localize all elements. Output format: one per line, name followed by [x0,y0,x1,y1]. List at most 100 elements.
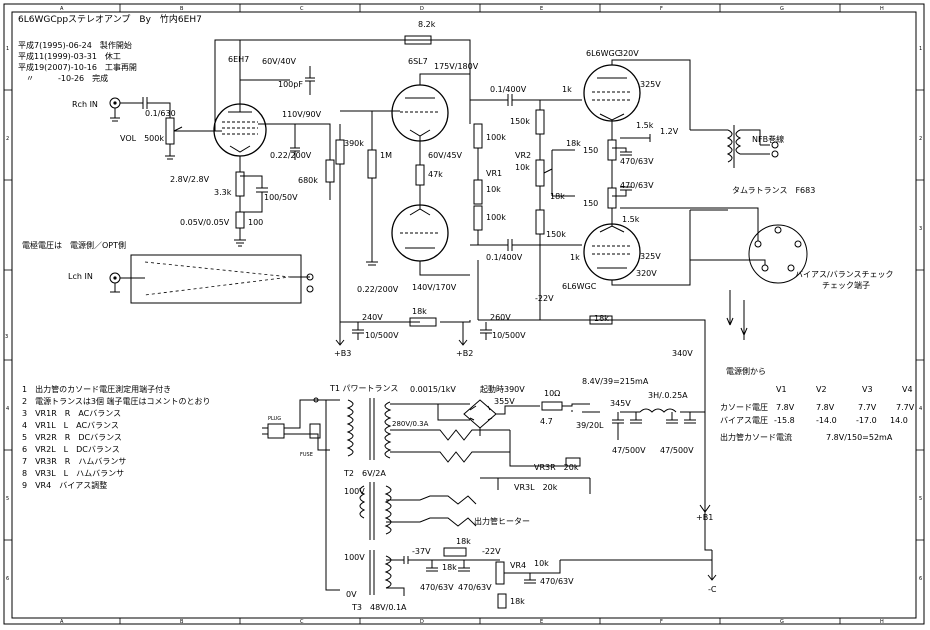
grid-col-c-bottom: C [300,619,304,625]
feedback-line [239,39,471,104]
cap-01-a-label: 0.1/400V [490,85,527,94]
choke-coil [639,408,677,413]
vr1-pot [473,179,483,205]
v-1-2: 1.2V [660,127,679,136]
outer-frame [3,3,925,625]
history-line-3: 平成19(2007)-10-16 工事再開 [18,62,137,72]
lch-out-b [306,285,314,293]
note-9: 9 VR4 バイアス調整 [22,480,107,490]
t3-label: T3 48V/0.1A [351,603,407,612]
ac-plug [262,423,285,439]
lch-block [130,254,302,304]
v-325-b: 325V [640,252,661,261]
r-100-label: 100 [248,218,263,227]
psu-mid [562,403,590,412]
mains-wiring [284,399,340,451]
t1-transformer [346,398,392,460]
vr1-label: VR1 [486,169,502,178]
r-1k-b-label: 1k [570,253,580,262]
minus-c-label: -C [708,585,717,594]
v-240: 240V [362,313,383,322]
cap-470-e: 470/63V [540,577,574,586]
table-title: 電源側から [726,366,766,376]
grid-row-4-right: 4 [919,406,922,412]
grid-row-6: 6 [6,576,9,582]
check-lines [620,134,651,209]
v-320-a: 320V [618,49,639,58]
grid-row-3-right: 3 [919,226,922,232]
grid-ticks [4,4,924,624]
minus-c-arrow [707,550,717,581]
r-18k-d: 18k [594,314,609,323]
resistor-150-b [607,187,617,209]
mains-bus [325,400,340,591]
rch-input-jack [109,97,121,122]
grid-col-e: E [540,6,543,12]
table-row-bias-label: バイアス電圧 [720,416,768,425]
resistor-150k-b [535,209,545,235]
resistor-47k [415,164,425,186]
plug-label: PLUG [268,416,281,422]
grid-row-2: 2 [6,136,9,142]
resistor-680k [325,159,335,183]
r-18k-a-label: 18k [566,139,581,148]
note-8: 8 VR3L L ハムバランサ [22,469,124,478]
lch-wiring [120,276,310,279]
cap-470-a [612,147,632,156]
note-1: 1 出力管のカソード電圧測定用端子付き [22,384,171,394]
table-bias-v4: 14.0 [890,416,908,425]
v-110-90: 110V/90V [282,110,322,119]
grid-col-c: C [300,6,304,12]
page-title: 6L6WGCppステレオアンプ By 竹内6EH7 [18,13,202,25]
grid-row-1: 1 [6,46,9,52]
grid-row-5-right: 5 [919,496,922,502]
r-10k-c: 10k [534,559,549,568]
tube-v1-6eh7 [213,103,267,157]
check-label-2: チェック端子 [822,280,870,290]
r-150-b-label: 150 [583,199,598,208]
r-1k-a-label: 1k [562,85,572,94]
lch-label: Lch IN [68,272,93,281]
resistor-150-a [607,139,617,161]
grid-col-e-bottom: E [540,619,543,625]
r-10k-b-label: 10k [515,163,530,172]
fuse-label: FUSE [300,452,313,458]
tube-v2-6sl7-top [391,84,449,142]
b3-label: +B3 [334,349,351,358]
grid-col-b: B [180,6,184,12]
r-680k-label: 680k [298,176,318,185]
v-minus-37: -37V [412,547,431,556]
r-150k-a-label: 150k [510,117,530,126]
grid-col-f: F [660,6,663,12]
table-cathode-v1: 7.8V [776,403,795,412]
coupling-cap-bottom [470,239,582,251]
tube-v4-label: 6L6WGC [562,282,597,291]
cap-10-500-b-label: 10/500V [492,331,526,340]
r-10-label: 10Ω [544,389,560,398]
nfb-label: NFB巻線 [752,134,784,144]
grid-col-h: H [880,6,884,12]
r-18k-g: 18k [510,597,525,606]
r-390k-label: 390k [344,139,364,148]
v-2-8: 2.8V/2.8V [170,175,210,184]
note-4: 4 VR1L L ACバランス [22,421,119,430]
cap-47-500-a-label: 47/500V [612,446,646,455]
r-18k-f: 18k [442,563,457,572]
cap-470-a-label: 470/63V [620,157,654,166]
cap-470-c: 470/63V [420,583,454,592]
ground-v1 [234,228,246,247]
l-39-20: 39/20L [576,421,604,430]
b3-arrow [335,322,345,346]
tube-v3-label: 6L6WGC [586,49,621,58]
r-18k-b-label: 18k [550,192,565,201]
v-0: 0V [346,590,357,599]
check-arrows [726,290,748,336]
v-280-label: 280V/0.3A [392,420,429,428]
resistor-18k-e [443,547,467,557]
r-150k-b-label: 150k [546,230,566,239]
grid-row-5: 5 [6,496,9,502]
t1-secondary [390,403,470,421]
cap-100pf-label: 100pF [278,80,303,89]
v-60-40: 60V/40V [262,57,297,66]
b1-label: +B1 [696,513,713,522]
